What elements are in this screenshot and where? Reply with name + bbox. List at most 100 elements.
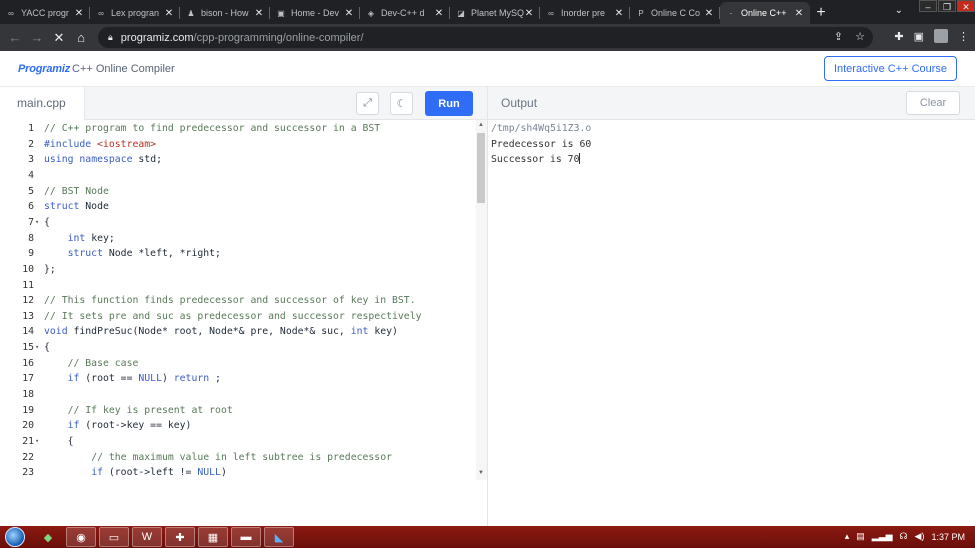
chrome-menu-icon[interactable]: ⋮ <box>958 30 969 43</box>
vscode-icon[interactable]: ◣ <box>264 527 294 547</box>
code-line[interactable]: 11 <box>0 278 475 294</box>
code-line[interactable]: 13 // It sets pre and suc as predecessor … <box>0 309 475 325</box>
code-line[interactable]: 1 // C++ program to find predecessor and … <box>0 121 475 137</box>
code-editor[interactable]: 1 // C++ program to find predecessor and … <box>0 120 487 526</box>
close-tab-icon[interactable]: ✕ <box>434 8 444 19</box>
code-text: if (root->key == key) <box>67 420 192 432</box>
clock[interactable]: 1:37 PM <box>931 532 965 542</box>
network-icon[interactable]: ▤ <box>856 531 865 542</box>
url-bar[interactable]: 🔒︎ programiz.com/cpp-programming/online-… <box>98 27 873 48</box>
close-tab-icon[interactable]: ✕ <box>704 8 714 19</box>
tab-title: Online C++ <box>741 8 787 18</box>
text-cursor <box>579 153 581 165</box>
tray-expand-icon[interactable]: ▴ <box>845 531 850 542</box>
fold-toggle-icon[interactable]: ▾ <box>35 215 39 231</box>
browser-tab[interactable]: P Online C Co ✕ <box>630 2 720 24</box>
browser-tab[interactable]: ∞ Inorder pre ✕ <box>540 2 630 24</box>
fullscreen-icon[interactable]: ⤢ <box>356 92 379 115</box>
code-line[interactable]: 2 #include <iostream> <box>0 137 475 153</box>
profile-avatar[interactable] <box>934 29 948 43</box>
run-button[interactable]: Run <box>425 91 473 116</box>
volume-icon[interactable]: ◀) <box>915 531 925 542</box>
fold-toggle-icon[interactable]: ▾ <box>35 340 39 356</box>
lock-icon: 🔒︎ <box>108 32 113 42</box>
code-line[interactable]: 21 ▾ { <box>0 434 475 450</box>
code-line[interactable]: 9 struct Node *left, *right; <box>0 246 475 262</box>
tab-favicon-icon: · <box>729 8 733 18</box>
code-line[interactable]: 20 if (root->key == key) <box>0 418 475 434</box>
code-line[interactable]: 4 <box>0 168 475 184</box>
close-tab-icon[interactable]: ✕ <box>344 8 354 19</box>
share-icon[interactable]: ⇪ <box>834 30 843 43</box>
code-line[interactable]: 5 // BST Node <box>0 184 475 200</box>
line-number: 1 <box>28 123 34 134</box>
code-line[interactable]: 8 int key; <box>0 231 475 247</box>
browser-tab[interactable]: ▣ Home - Dev ✕ <box>270 2 360 24</box>
tab-favicon-icon: ♟ <box>187 8 195 18</box>
code-line[interactable]: 17 if (root == NULL) return ; <box>0 371 475 387</box>
close-window-icon[interactable]: ✕ <box>957 0 975 12</box>
start-button[interactable] <box>0 526 30 548</box>
new-tab-button[interactable]: + <box>810 2 832 24</box>
code-line[interactable]: 7 ▾ { <box>0 215 475 231</box>
forward-icon[interactable]: → <box>26 30 48 45</box>
line-number: 5 <box>28 185 34 197</box>
close-tab-icon[interactable]: ✕ <box>524 8 534 19</box>
stop-loading-icon[interactable]: ✕ <box>48 30 70 46</box>
close-tab-icon[interactable]: ✕ <box>794 8 804 19</box>
programiz-logo[interactable]: Programiz <box>18 63 70 75</box>
restore-icon[interactable]: ❐ <box>938 0 956 12</box>
app-icon[interactable]: ✚ <box>165 527 195 547</box>
minimize-icon[interactable]: – <box>919 0 937 12</box>
code-line[interactable]: 23 if (root->left != NULL) <box>0 465 475 481</box>
clear-button[interactable]: Clear <box>906 91 960 115</box>
browser-tab[interactable]: ♟ bison - How ✕ <box>180 2 270 24</box>
browser-tab[interactable]: ◪ Planet MySQ ✕ <box>450 2 540 24</box>
extensions-icon[interactable]: ✚ <box>894 30 903 43</box>
interactive-course-button[interactable]: Interactive C++ Course <box>824 56 957 81</box>
code-line[interactable]: 15 ▾ { <box>0 340 475 356</box>
output-panel[interactable]: /tmp/sh4Wq5i1Z3.o Predecessor is 60 Succes… <box>487 120 975 526</box>
code-line[interactable]: 10}; <box>0 262 475 278</box>
code-line[interactable]: 16 // Base case <box>0 356 475 372</box>
bookmark-star-icon[interactable]: ☆ <box>855 30 865 43</box>
code-text: if (root == NULL) return ; <box>67 373 221 385</box>
code-text: // It sets pre and suc as predecessor an… <box>44 310 422 322</box>
browser-tab[interactable]: ◈ Dev-C++ d ✕ <box>360 2 450 24</box>
sidebar-icon[interactable]: ▣ <box>914 30 924 43</box>
code-line[interactable]: 18 <box>0 387 475 403</box>
android-studio-icon[interactable]: ◆ <box>33 527 63 547</box>
chrome-taskbar-icon[interactable]: ◉ <box>66 527 96 547</box>
code-line[interactable]: 6 struct Node <box>0 199 475 215</box>
dark-mode-icon[interactable]: ☾ <box>390 92 413 115</box>
wifi-icon[interactable]: ☊ <box>900 531 908 542</box>
windows-taskbar: ◆ ◉ ▭ W ✚ ▦ ▬ ◣ ▴ ▤ ▂▃▅ ☊ ◀) 1:37 PM <box>0 526 975 548</box>
code-line[interactable]: 12 // This function finds predecessor and… <box>0 293 475 309</box>
close-tab-icon[interactable]: ✕ <box>74 8 84 19</box>
file-explorer-icon[interactable]: ▭ <box>99 527 129 547</box>
browser-tab[interactable]: ∞ YACC progr ✕ <box>0 2 90 24</box>
close-tab-icon[interactable]: ✕ <box>614 8 624 19</box>
code-text: struct Node <box>44 201 109 213</box>
word-icon[interactable]: W <box>132 527 162 547</box>
output-label: Output <box>501 96 538 110</box>
file-tab-main-cpp[interactable]: main.cpp <box>0 87 85 120</box>
code-line[interactable]: 14 void findPreSuc(Node* root, Node*& pre… <box>0 324 475 340</box>
close-tab-icon[interactable]: ✕ <box>254 8 264 19</box>
code-line[interactable]: 19 // If key is present at root <box>0 403 475 419</box>
scroll-up-icon[interactable]: ▲ <box>478 122 484 128</box>
scroll-down-icon[interactable]: ▼ <box>478 470 484 476</box>
browser-tab[interactable]: · Online C++ ✕ <box>720 2 810 24</box>
editor-scrollbar-thumb[interactable] <box>477 133 485 203</box>
home-icon[interactable]: ⌂ <box>70 30 92 45</box>
tab-search-icon[interactable]: ⌄ <box>895 5 903 16</box>
fold-toggle-icon[interactable]: ▾ <box>35 434 39 450</box>
terminal-icon[interactable]: ▬ <box>231 527 261 547</box>
code-line[interactable]: 3 using namespace std; <box>0 152 475 168</box>
close-tab-icon[interactable]: ✕ <box>164 8 174 19</box>
signal-icon[interactable]: ▂▃▅ <box>872 531 893 542</box>
code-line[interactable]: 22 // the maximum value in left subtree … <box>0 450 475 466</box>
browser-tab[interactable]: ∞ Lex progran ✕ <box>90 2 180 24</box>
network-app-icon[interactable]: ▦ <box>198 527 228 547</box>
back-icon[interactable]: ← <box>4 30 26 45</box>
